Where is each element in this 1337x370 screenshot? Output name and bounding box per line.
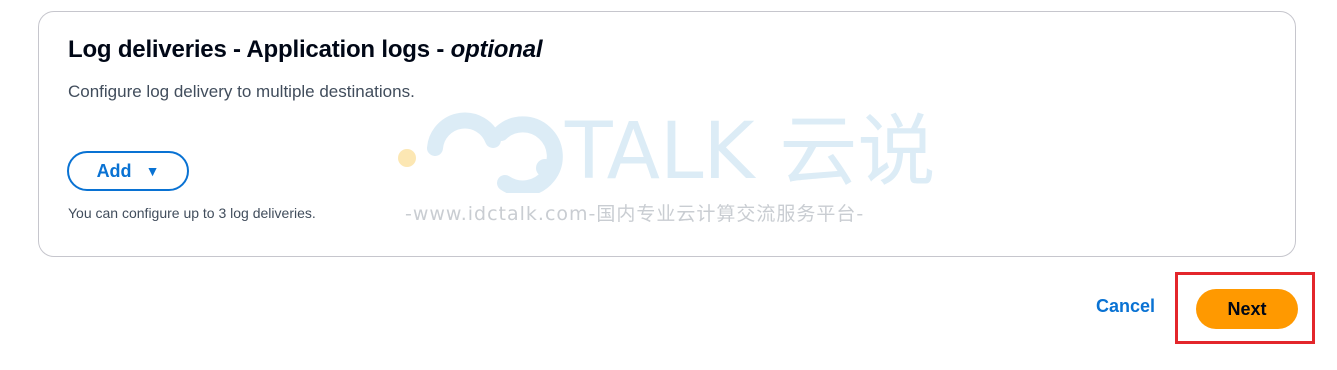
add-button[interactable]: Add ▼ bbox=[67, 151, 189, 191]
next-button[interactable]: Next bbox=[1196, 289, 1298, 329]
panel-title-main: Log deliveries - Application logs - bbox=[68, 36, 451, 63]
caret-down-icon: ▼ bbox=[145, 163, 160, 179]
panel-title: Log deliveries - Application logs - opti… bbox=[68, 36, 543, 64]
next-button-highlight: Next bbox=[1175, 272, 1315, 344]
log-deliveries-panel: Log deliveries - Application logs - opti… bbox=[38, 11, 1296, 257]
panel-description: Configure log delivery to multiple desti… bbox=[68, 82, 415, 101]
cancel-button[interactable]: Cancel bbox=[1096, 296, 1155, 317]
delivery-limit-hint: You can configure up to 3 log deliveries… bbox=[68, 205, 316, 221]
add-button-label: Add bbox=[96, 160, 132, 181]
panel-title-optional: optional bbox=[450, 36, 543, 63]
page: Log deliveries - Application logs - opti… bbox=[0, 0, 1337, 370]
